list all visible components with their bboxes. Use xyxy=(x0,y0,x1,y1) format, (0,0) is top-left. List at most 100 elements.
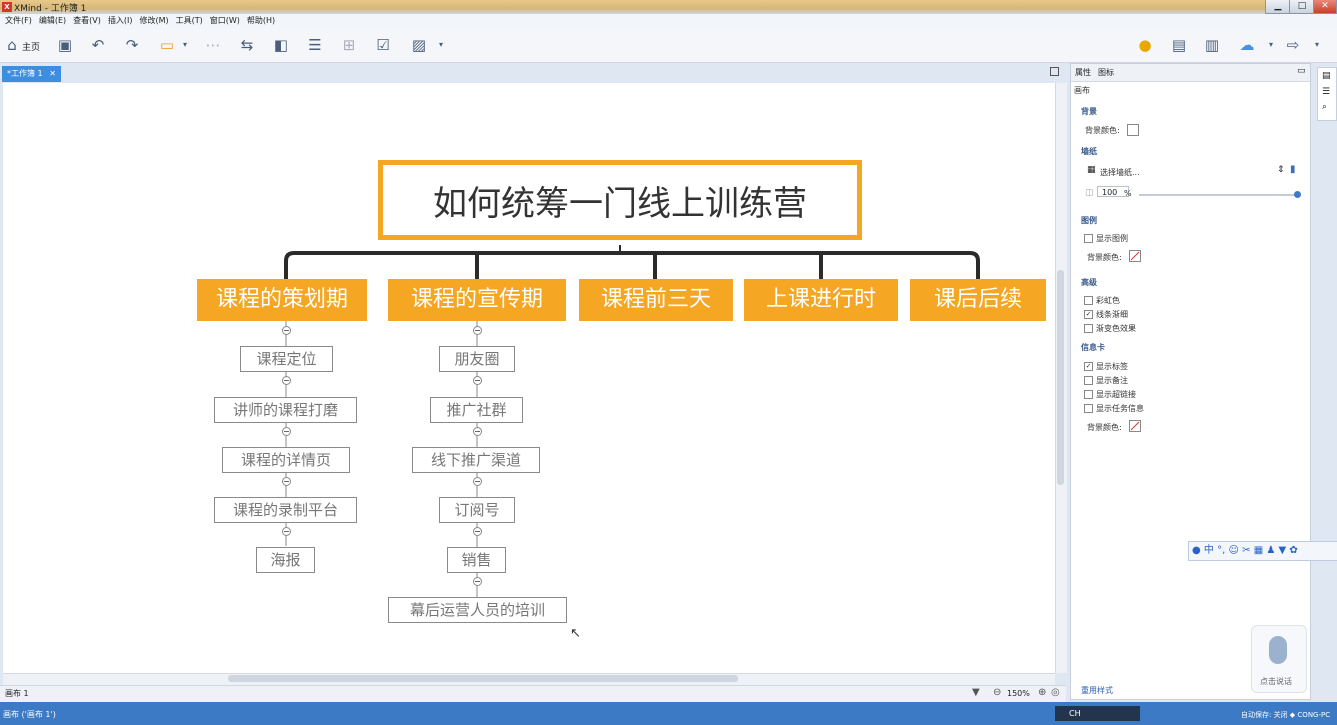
cloud-upload-icon[interactable]: ☁ xyxy=(1238,36,1256,54)
topic-icon[interactable]: ▭ xyxy=(158,36,176,54)
legend-color-swatch[interactable] xyxy=(1129,250,1141,262)
keyboard-icon[interactable]: ▦ xyxy=(1254,545,1263,556)
minimize-panel-icon[interactable]: ▭ xyxy=(1297,66,1306,76)
show-notes-checkbox[interactable]: 显示备注 xyxy=(1084,375,1128,386)
home-label[interactable]: 主页 xyxy=(22,40,40,53)
collapse-toggle-icon[interactable] xyxy=(473,577,482,586)
mindmap-canvas[interactable]: 如何统筹一门线上训练营 课程的策划期 课程的宣传期 课程前三天 上课进行时 课后… xyxy=(3,83,1055,673)
horizontal-scroll-thumb[interactable] xyxy=(228,675,738,682)
maximize-editor-icon[interactable] xyxy=(1050,67,1059,76)
collapse-toggle-icon[interactable] xyxy=(473,427,482,436)
input-language[interactable]: CH xyxy=(1069,709,1081,718)
outline-view-icon[interactable]: ☰ xyxy=(1322,87,1330,97)
properties-view-icon[interactable]: ▤ xyxy=(1322,71,1331,81)
presentation-icon[interactable]: ▤ xyxy=(1170,36,1188,54)
vertical-scroll-thumb[interactable] xyxy=(1057,270,1064,485)
menu-file[interactable]: 文件(F) xyxy=(3,14,34,28)
bg-color-swatch[interactable] xyxy=(1127,124,1139,136)
menu-window[interactable]: 窗口(W) xyxy=(208,14,242,28)
lightbulb-icon[interactable]: ● xyxy=(1136,36,1154,54)
menu-view[interactable]: 查看(V) xyxy=(71,14,103,28)
subtopic[interactable]: 课程定位 xyxy=(240,346,333,372)
central-topic[interactable]: 如何统筹一门线上训练营 xyxy=(378,160,862,240)
rainbow-checkbox[interactable]: 彩虹色 xyxy=(1084,295,1120,306)
branch-topic-three-days-before[interactable]: 课程前三天 xyxy=(579,279,733,321)
undo-icon[interactable]: ↶ xyxy=(89,36,107,54)
subtopic[interactable]: 课程的详情页 xyxy=(222,447,350,473)
menu-modify[interactable]: 修改(M) xyxy=(137,14,170,28)
subtopic[interactable]: 推广社群 xyxy=(430,397,523,423)
ime-mode[interactable]: 中 xyxy=(1204,545,1214,556)
fit-icon[interactable]: ◎ xyxy=(1051,687,1060,698)
show-labels-checkbox[interactable]: ✓ 显示标签 xyxy=(1084,361,1128,372)
subtopic[interactable]: 讲师的课程打磨 xyxy=(214,397,357,423)
menu-tools[interactable]: 工具(T) xyxy=(174,14,205,28)
emoji-icon[interactable]: ☺ xyxy=(1228,545,1238,556)
punctuation-icon[interactable]: °, xyxy=(1217,545,1225,556)
opacity-slider-thumb[interactable] xyxy=(1294,191,1301,198)
menu-edit[interactable]: 编辑(E) xyxy=(37,14,68,28)
subtopic[interactable]: 销售 xyxy=(447,547,506,573)
chevron-down-icon[interactable]: ▾ xyxy=(176,36,194,54)
tools-icon[interactable]: ✂ xyxy=(1242,545,1250,556)
relationship-icon[interactable]: ⇆ xyxy=(238,36,256,54)
info-color-swatch[interactable] xyxy=(1129,420,1141,432)
branch-topic-promotion[interactable]: 课程的宣传期 xyxy=(388,279,566,321)
chevron-down-icon[interactable]: ▾ xyxy=(432,36,450,54)
collapse-toggle-icon[interactable] xyxy=(473,477,482,486)
window-icon[interactable]: ▥ xyxy=(1203,36,1221,54)
collapse-toggle-icon[interactable] xyxy=(282,326,291,335)
ime-logo-icon[interactable]: ● xyxy=(1192,545,1201,556)
menu-insert[interactable]: 插入(I) xyxy=(106,14,135,28)
maximize-button[interactable]: □ xyxy=(1289,0,1315,14)
collapse-toggle-icon[interactable] xyxy=(282,477,291,486)
collapse-toggle-icon[interactable] xyxy=(473,527,482,536)
reuse-style-link[interactable]: 重用样式 xyxy=(1081,685,1113,696)
subtopic-icon[interactable]: ⋯ xyxy=(204,36,222,54)
task-icon[interactable]: ☑ xyxy=(374,36,392,54)
zoom-in-icon[interactable]: ⊕ xyxy=(1038,687,1046,698)
save-icon[interactable]: ▣ xyxy=(56,36,74,54)
trash-icon[interactable]: ▮ xyxy=(1290,164,1296,175)
microphone-icon[interactable] xyxy=(1269,636,1287,664)
tab-icons[interactable]: 图标 xyxy=(1098,67,1114,78)
tab-workbook[interactable]: *工作簿 1 ✕ xyxy=(2,66,61,82)
zoom-out-icon[interactable]: ⊖ xyxy=(993,687,1001,698)
show-legend-checkbox[interactable]: 显示图例 xyxy=(1084,233,1128,244)
menu-help[interactable]: 帮助(H) xyxy=(245,14,277,28)
gradient-checkbox[interactable]: 渐变色效果 xyxy=(1084,323,1136,334)
tab-properties[interactable]: 属性 xyxy=(1075,67,1091,78)
show-links-checkbox[interactable]: 显示超链接 xyxy=(1084,389,1136,400)
branch-topic-planning[interactable]: 课程的策划期 xyxy=(197,279,367,321)
label-icon[interactable]: ⊞ xyxy=(340,36,358,54)
subtopic[interactable]: 订阅号 xyxy=(439,497,515,523)
boundary-icon[interactable]: ◧ xyxy=(272,36,290,54)
collapse-toggle-icon[interactable] xyxy=(282,376,291,385)
skin-icon[interactable]: ▼ xyxy=(1278,545,1286,556)
collapse-toggle-icon[interactable] xyxy=(282,427,291,436)
settings-icon[interactable]: ✿ xyxy=(1289,545,1297,556)
redo-icon[interactable]: ↷ xyxy=(123,36,141,54)
show-tasks-checkbox[interactable]: 显示任务信息 xyxy=(1084,403,1144,414)
chevron-down-icon[interactable]: ▾ xyxy=(1308,36,1326,54)
subtopic[interactable]: 线下推广渠道 xyxy=(412,447,540,473)
voice-input-widget[interactable]: 点击说话 xyxy=(1251,625,1307,693)
taper-checkbox[interactable]: ✓ 线条渐细 xyxy=(1084,309,1128,320)
search-icon[interactable]: ⌕ xyxy=(1322,102,1327,112)
wallpaper-select[interactable]: 选择墙纸... xyxy=(1100,167,1140,178)
close-icon[interactable]: ✕ xyxy=(49,69,56,78)
user-icon[interactable]: ♟ xyxy=(1266,545,1275,556)
branch-topic-in-class[interactable]: 上课进行时 xyxy=(744,279,898,321)
close-button[interactable]: ✕ xyxy=(1313,0,1337,14)
collapse-toggle-icon[interactable] xyxy=(282,527,291,536)
sheet-tab[interactable]: 画布 1 xyxy=(5,688,29,699)
subtopic[interactable]: 海报 xyxy=(256,547,315,573)
subtopic[interactable]: 朋友圈 xyxy=(439,346,515,372)
collapse-toggle-icon[interactable] xyxy=(473,326,482,335)
subtopic[interactable]: 课程的录制平台 xyxy=(214,497,357,523)
home-icon[interactable]: ⌂ xyxy=(3,36,21,54)
subtopic[interactable]: 幕后运营人员的培训 xyxy=(388,597,567,623)
chevron-down-icon[interactable]: ▾ xyxy=(1262,36,1280,54)
opacity-slider[interactable] xyxy=(1139,194,1297,196)
spinner-icon[interactable]: ⇕ xyxy=(1277,165,1285,175)
